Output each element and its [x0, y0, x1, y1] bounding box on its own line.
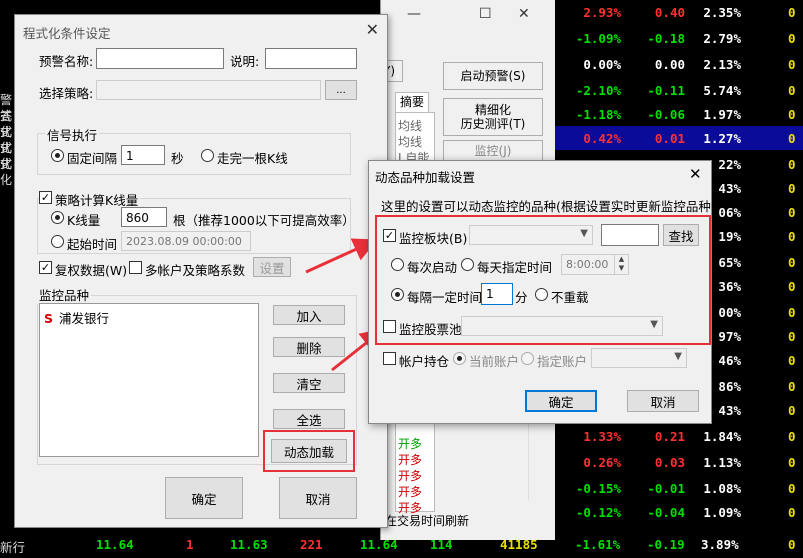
every-interval-radio[interactable] [391, 288, 404, 301]
no-repeat-radio[interactable] [535, 288, 548, 301]
arrow-to-sector [305, 238, 378, 274]
daily-time-input[interactable]: 8:00:00 ▲ ▼ [561, 254, 629, 275]
time-spinner[interactable]: ▲ ▼ [614, 255, 628, 274]
current-account-radio[interactable] [453, 352, 466, 365]
search-button[interactable]: 查找 [663, 224, 699, 246]
dialog2-title: 动态品种加载设置 [375, 170, 476, 185]
cancel-button[interactable]: 取消 [627, 390, 699, 412]
sector-combo[interactable]: ▼ [469, 225, 593, 245]
account-position-label: 帐户持仓 [399, 354, 450, 369]
current-account-label: 当前账户 [469, 354, 520, 369]
interval-minutes-input[interactable]: 1 [481, 283, 513, 305]
no-repeat-label: 不重载 [551, 290, 589, 305]
close-icon[interactable]: ✕ [689, 165, 702, 183]
dynamic-load-dialog: 动态品种加载设置 ✕ 这里的设置可以动态监控的品种(根据设置实时更新监控品种) … [368, 160, 716, 424]
account-combo[interactable]: ▼ [591, 348, 687, 368]
daily-time-value: 8:00:00 [566, 258, 609, 271]
daily-time-radio[interactable] [461, 258, 474, 271]
monitor-sector-label: 监控板块(B) [399, 231, 468, 246]
daily-time-label: 每天指定时间 [477, 260, 553, 275]
ok-button[interactable]: 确定 [525, 390, 597, 412]
every-start-radio[interactable] [391, 258, 404, 271]
account-position-checkbox[interactable] [383, 352, 396, 365]
monitor-pool-label: 监控股票池 [399, 322, 462, 337]
minutes-label: 分 [515, 290, 528, 305]
dialog2-desc: 这里的设置可以动态监控的品种(根据设置实时更新监控品种) [381, 199, 716, 214]
specified-account-label: 指定账户 [537, 354, 588, 369]
every-interval-label: 每隔一定时间 [407, 290, 483, 305]
every-start-label: 每次启动 [407, 260, 458, 275]
specified-account-radio[interactable] [521, 352, 534, 365]
sector-search-input[interactable] [601, 224, 659, 246]
monitor-sector-checkbox[interactable]: ✓ [383, 229, 396, 242]
monitor-pool-checkbox[interactable] [383, 320, 396, 333]
stock-pool-combo[interactable]: ▼ [461, 316, 663, 336]
